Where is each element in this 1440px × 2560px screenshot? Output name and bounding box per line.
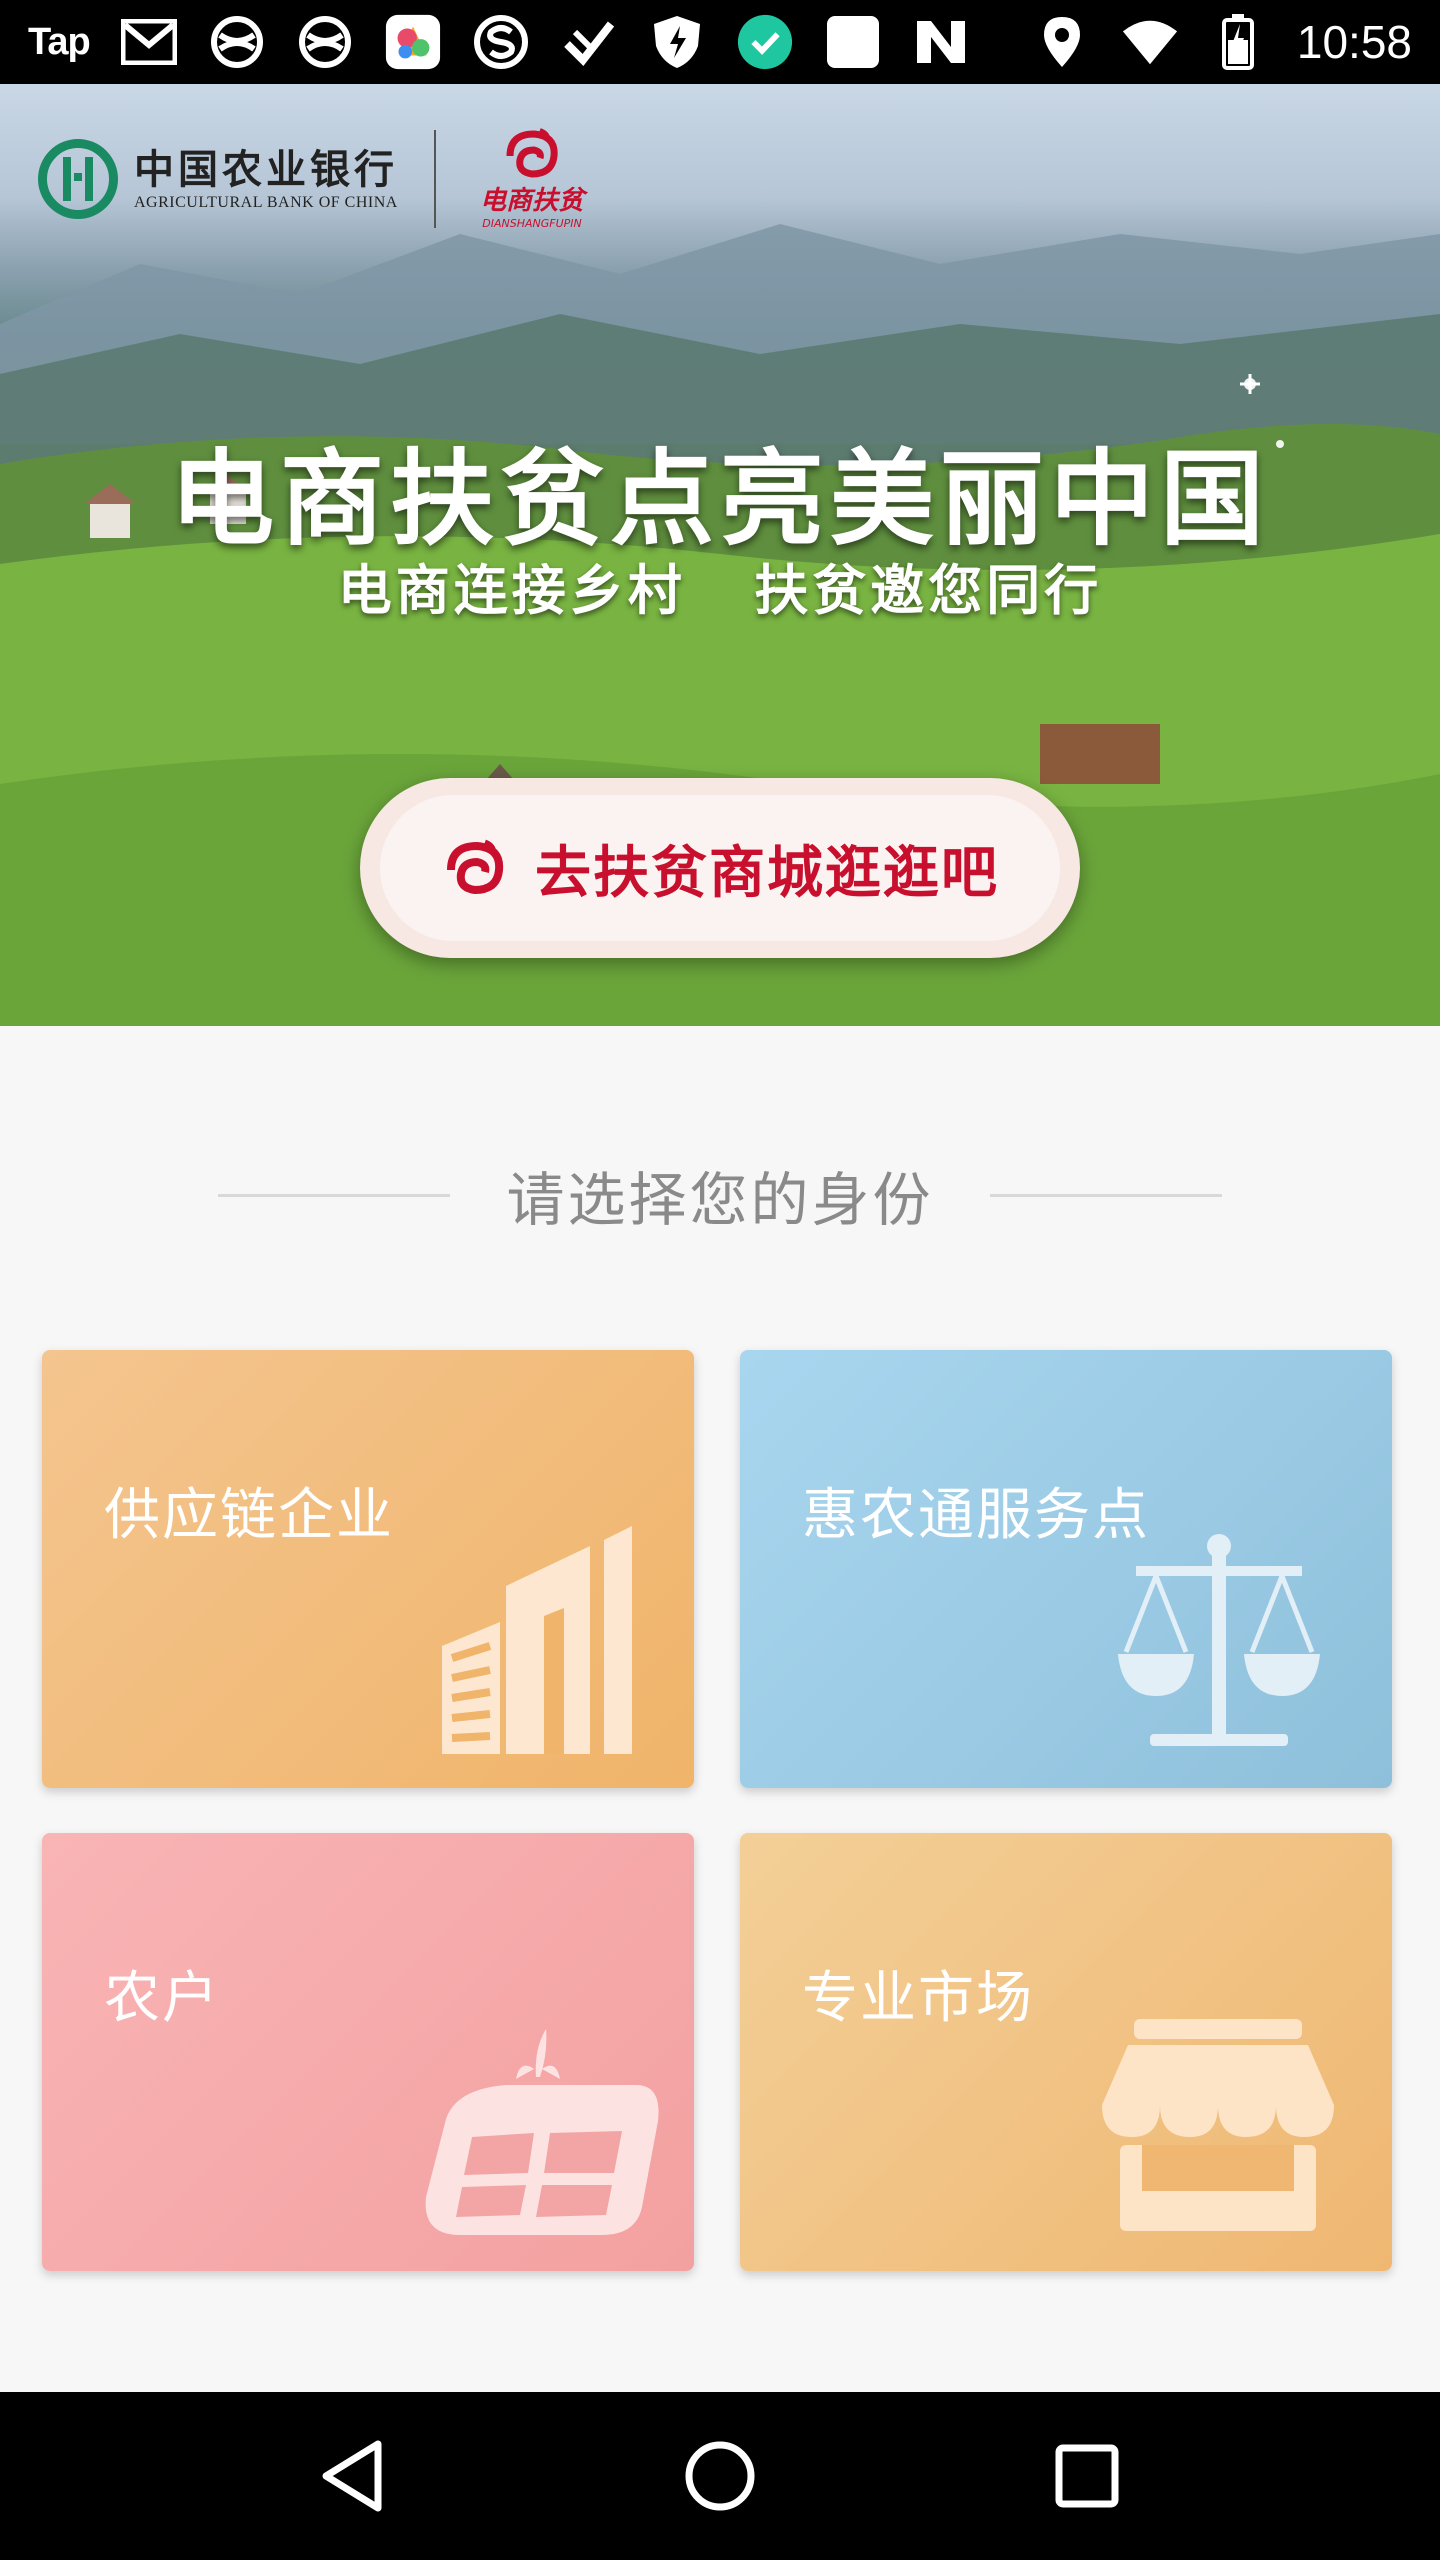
card-label: 惠农通服务点 <box>802 1483 1150 1548</box>
n-app-icon <box>912 13 970 71</box>
location-icon <box>1033 13 1091 71</box>
hero-title: 电商扶贫点亮美丽中国 <box>169 438 1270 560</box>
card-label: 专业市场 <box>802 1966 1034 2031</box>
card-service-point[interactable]: 惠农通服务点 <box>740 1350 1392 1788</box>
back-icon <box>322 2440 382 2512</box>
hero-banner[interactable]: 中国农业银行 AGRICULTURAL BANK OF CHINA 电商扶贫 D… <box>0 84 1440 1026</box>
dsfp-logo: 电商扶贫 DIANSHANGFUPIN <box>480 128 584 230</box>
logo-row: 中国农业银行 AGRICULTURAL BANK OF CHINA 电商扶贫 D… <box>38 128 584 230</box>
card-supply-chain[interactable]: 供应链企业 <box>42 1350 694 1788</box>
bank-name-en: AGRICULTURAL BANK OF CHINA <box>134 194 398 211</box>
logo-divider <box>434 130 436 228</box>
card-market[interactable]: 专业市场 <box>740 1833 1392 2271</box>
navigation-bar <box>0 2392 1440 2560</box>
dsfp-swirl-icon <box>447 839 504 895</box>
identity-header: 请选择您的身份 <box>0 1150 1440 1240</box>
app-screen: Tap 10:58 中国农业银行 AGRICULTURAL BANK OF CH… <box>0 0 1440 2560</box>
home-icon <box>685 2441 755 2511</box>
s-app-icon <box>472 13 530 71</box>
hero-subtitle: 电商连接乡村 扶贫邀您同行 <box>337 559 1103 622</box>
status-time: 10:58 <box>1296 16 1412 68</box>
sub-brand-en: DIANSHANGFUPIN <box>482 217 582 230</box>
card-label: 供应链企业 <box>104 1483 394 1548</box>
card-label: 农户 <box>104 1966 220 2031</box>
network-icon <box>208 13 266 71</box>
dsfp-swirl-icon <box>506 128 558 178</box>
battery-icon <box>1209 13 1267 71</box>
status-bar: Tap 10:58 <box>0 0 1440 84</box>
network-icon <box>296 13 354 71</box>
check-app-icon <box>736 13 794 71</box>
mall-button-label: 去扶贫商城逛逛吧 <box>535 840 999 906</box>
farmland-icon <box>425 2029 659 2235</box>
gmail-icon <box>120 13 178 71</box>
sub-brand-cn: 电商扶贫 <box>480 186 585 216</box>
wifi-icon <box>1121 13 1179 71</box>
section-title: 请选择您的身份 <box>506 1166 934 1234</box>
tap-label: Tap <box>28 20 91 63</box>
building-icon <box>442 1526 632 1754</box>
bank-name-cn: 中国农业银行 <box>134 146 398 193</box>
card-farmer[interactable]: 农户 <box>42 1833 694 2271</box>
home-button[interactable] <box>660 2416 780 2536</box>
recents-icon <box>1055 2444 1119 2508</box>
divider-right <box>989 1193 1222 1197</box>
back-button[interactable] <box>293 2416 413 2536</box>
divider-left <box>218 1193 451 1197</box>
scales-icon <box>1118 1534 1320 1746</box>
shield-app-icon <box>648 13 706 71</box>
tool-app-icon <box>560 13 618 71</box>
recents-button[interactable] <box>1027 2416 1147 2536</box>
storefront-icon <box>1102 2019 1334 2231</box>
square-app-icon <box>824 13 882 71</box>
abc-logo-icon <box>38 139 118 219</box>
colorful-app-icon <box>384 13 442 71</box>
mall-button[interactable]: 去扶贫商城逛逛吧 <box>360 778 1080 958</box>
